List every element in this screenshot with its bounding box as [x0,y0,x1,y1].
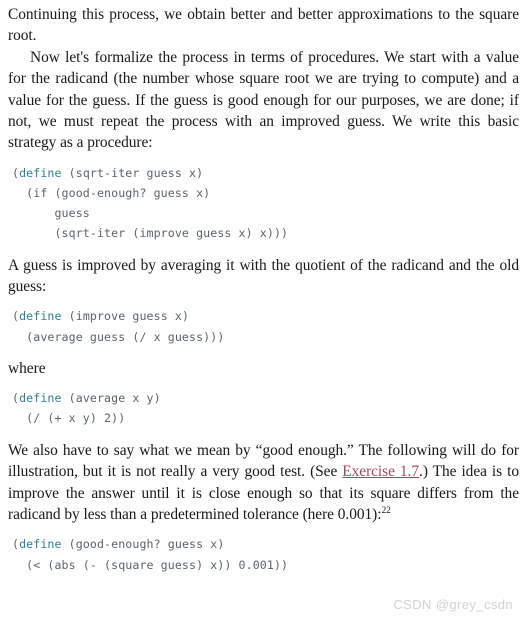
watermark-csdn: CSDN @grey_csdn [393,597,513,612]
code-block-good-enough: (define (good-enough? guess x) (< (abs (… [8,534,519,574]
paragraph-where: where [8,359,46,377]
code-keyword-define: define [19,537,62,552]
code-keyword-define: define [19,165,62,180]
footnote-marker-22[interactable]: 22 [381,506,390,516]
paragraph-guess-improved: A guess is improved by averaging it with… [8,256,519,296]
code-block-average: (define (average x y) (/ (+ x y) 2)) [8,388,519,428]
code-keyword-define: define [19,391,62,406]
paragraph-good-enough-explanation: We also have to say what we mean by “goo… [8,440,519,526]
paragraph-continuing-process: Continuing this process, we obtain bette… [8,6,519,45]
code-keyword-define: define [19,309,62,324]
code-block-improve: (define (improve guess x) (average guess… [8,306,519,346]
code-block-sqrt-iter: (define (sqrt-iter guess x) (if (good-en… [8,163,519,244]
document-page: Continuing this process, we obtain bette… [0,0,525,622]
link-exercise-1-7[interactable]: Exercise 1.7 [342,463,419,480]
paragraph-formalize-process: Now let's formalize the process in terms… [8,48,519,152]
